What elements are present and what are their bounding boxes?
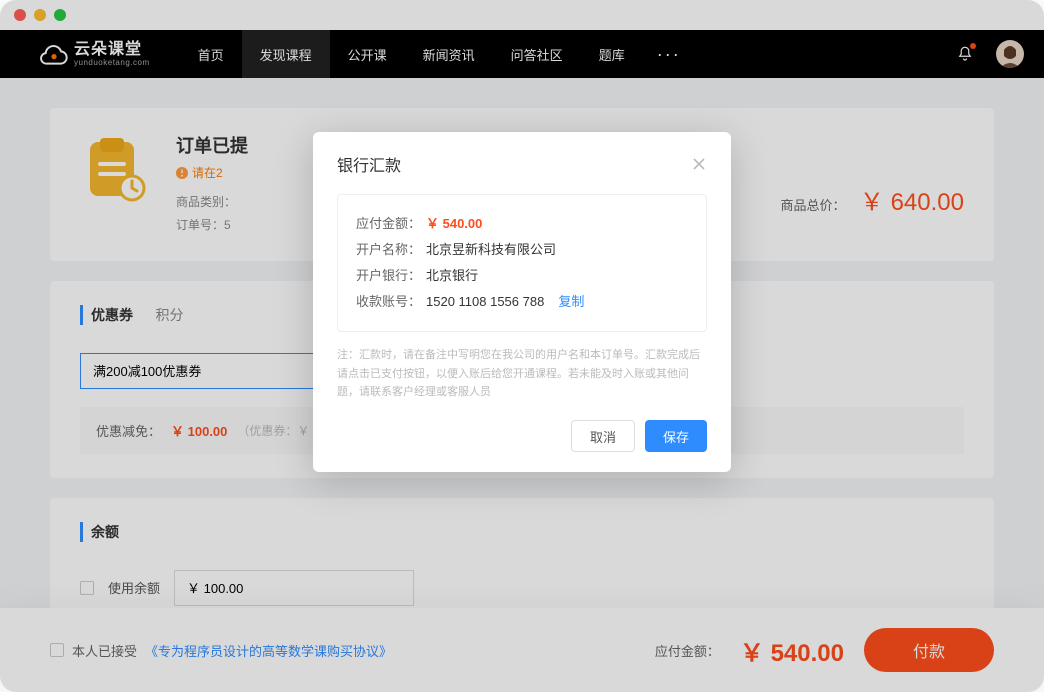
account-no-label: 收款账号： bbox=[356, 289, 426, 315]
cancel-button[interactable]: 取消 bbox=[571, 420, 635, 452]
bank-info-box: 应付金额：￥ 540.00 开户名称：北京昱新科技有限公司 开户银行：北京银行 … bbox=[337, 194, 707, 332]
bank-label: 开户银行： bbox=[356, 263, 426, 289]
close-icon[interactable] bbox=[691, 156, 707, 172]
save-button[interactable]: 保存 bbox=[645, 420, 707, 452]
modal-note: 注：汇款时，请在备注中写明您在我公司的用户名和本订单号。汇款完成后请点击已支付按… bbox=[337, 346, 707, 402]
copy-link[interactable]: 复制 bbox=[558, 289, 584, 315]
modal-overlay[interactable]: 银行汇款 应付金额：￥ 540.00 开户名称：北京昱新科技有限公司 开户银行：… bbox=[0, 0, 1044, 692]
account-no-value: 1520 1108 1556 788 bbox=[426, 289, 544, 315]
bank-value: 北京银行 bbox=[426, 263, 478, 289]
modal-title: 银行汇款 bbox=[337, 152, 401, 176]
bank-transfer-modal: 银行汇款 应付金额：￥ 540.00 开户名称：北京昱新科技有限公司 开户银行：… bbox=[313, 132, 731, 472]
amount-label: 应付金额： bbox=[356, 211, 426, 237]
amount-value: ￥ 540.00 bbox=[426, 211, 482, 237]
account-name-label: 开户名称： bbox=[356, 237, 426, 263]
account-name-value: 北京昱新科技有限公司 bbox=[426, 237, 556, 263]
